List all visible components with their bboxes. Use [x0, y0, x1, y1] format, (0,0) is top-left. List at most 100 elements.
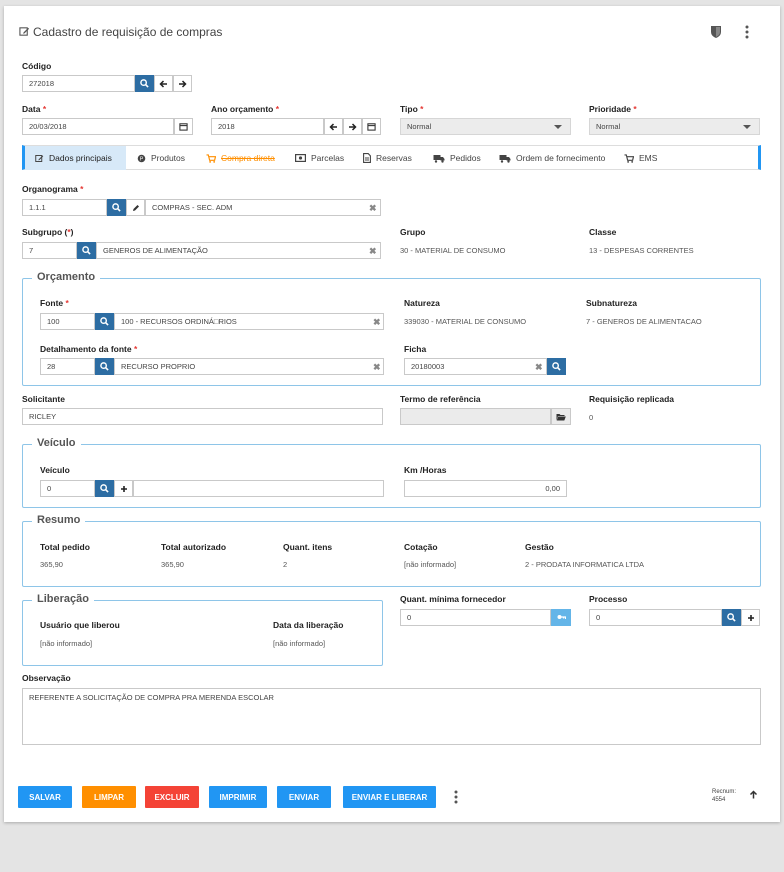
arrow-right-icon: [179, 79, 187, 88]
tab-ems[interactable]: EMS: [624, 146, 657, 170]
clear-icon[interactable]: ✖: [373, 317, 381, 328]
pencil-icon: [132, 204, 139, 211]
quant-itens-label: Quant. itens: [283, 542, 333, 552]
clear-icon[interactable]: ✖: [373, 362, 381, 373]
next-button[interactable]: [173, 75, 192, 92]
quant-minima-input[interactable]: 0: [400, 609, 551, 626]
fonte-label: Fonte *: [40, 298, 69, 308]
orcamento-legend: Orçamento: [32, 271, 101, 283]
tab-reservas[interactable]: Reservas: [363, 146, 412, 170]
send-and-release-button[interactable]: ENVIAR E LIBERAR: [343, 786, 436, 808]
requisicao-replicada-label: Requisição replicada: [589, 394, 675, 404]
search-icon: [552, 362, 561, 371]
clear-button[interactable]: LIMPAR: [82, 786, 136, 808]
classe-value: 13 - DESPESAS CORRENTES: [589, 246, 694, 255]
veiculo-search-button[interactable]: [95, 480, 114, 497]
previous-button[interactable]: [154, 75, 173, 92]
detalhamento-label: Detalhamento da fonte *: [40, 344, 138, 354]
data-input[interactable]: 20/03/2018: [22, 118, 174, 135]
veiculo-code-input[interactable]: 0: [40, 480, 95, 497]
clear-icon[interactable]: ✖: [369, 246, 377, 257]
prioridade-select[interactable]: Normal: [589, 118, 760, 135]
gestao-value: 2 - PRODATA INFORMATICA LTDA: [525, 560, 645, 569]
tab-pedidos[interactable]: Pedidos: [433, 146, 481, 170]
search-icon: [100, 484, 109, 493]
print-button[interactable]: IMPRIMIR: [209, 786, 267, 808]
subgrupo-code-input[interactable]: 7: [22, 242, 77, 259]
natureza-label: Natureza: [404, 298, 440, 308]
calendar-icon: [179, 123, 188, 131]
tab-ordem-de-fornecimento[interactable]: Ordem de fornecimento: [499, 146, 605, 170]
observacao-label: Observação: [22, 673, 71, 683]
ano-orcamento-input[interactable]: 2018: [211, 118, 324, 135]
codigo-input[interactable]: 272018: [22, 75, 135, 92]
tab-parcelas[interactable]: Parcelas: [295, 146, 344, 170]
resumo-legend: Resumo: [32, 514, 86, 526]
arrow-left-icon: [329, 122, 337, 131]
tab-produtos[interactable]: P Produtos: [137, 146, 185, 170]
subnatureza-label: Subnatureza: [586, 298, 638, 308]
detalhamento-search-button[interactable]: [95, 358, 114, 375]
recnum-label: Recnum:: [712, 789, 737, 795]
scroll-to-top-icon[interactable]: [749, 790, 758, 799]
fonte-search-button[interactable]: [95, 313, 114, 330]
tab-dados-principais[interactable]: Dados principais: [25, 146, 126, 170]
cotacao-value: [não informado]: [404, 560, 457, 569]
shield-icon[interactable]: [710, 25, 722, 39]
termo-label: Termo de referência: [400, 394, 481, 404]
more-menu-icon[interactable]: [744, 25, 750, 39]
veiculo-label: Veículo: [40, 465, 70, 475]
km-horas-input[interactable]: 0,00: [404, 480, 567, 497]
organograma-label: Organograma *: [22, 184, 84, 194]
save-button[interactable]: SALVAR: [18, 786, 72, 808]
clear-icon[interactable]: ✖: [535, 362, 543, 373]
chevron-down-icon: [554, 125, 562, 129]
natureza-value: 339030 - MATERIAL DE CONSUMO: [404, 317, 527, 326]
ano-calendar-button[interactable]: [362, 118, 381, 135]
more-actions-icon[interactable]: [453, 790, 459, 804]
send-button[interactable]: ENVIAR: [277, 786, 331, 808]
recnum-value: 4554: [712, 797, 726, 803]
organograma-edit-button[interactable]: [126, 199, 145, 216]
tab-bar: Dados principais P Produtos Compra diret…: [22, 145, 761, 170]
veiculo-add-button[interactable]: [114, 480, 133, 497]
data-calendar-button[interactable]: [174, 118, 193, 135]
fonte-code-input[interactable]: 100: [40, 313, 95, 330]
ficha-label: Ficha: [404, 344, 427, 354]
arrow-right-icon: [349, 122, 357, 131]
ficha-search-button[interactable]: [547, 358, 566, 375]
edit-icon: [35, 154, 44, 162]
processo-input[interactable]: 0: [589, 609, 722, 626]
processo-add-button[interactable]: [741, 609, 760, 626]
grupo-label: Grupo: [400, 227, 426, 237]
clear-icon[interactable]: ✖: [369, 203, 377, 214]
tipo-select[interactable]: Normal: [400, 118, 571, 135]
detalhamento-code-input[interactable]: 28: [40, 358, 95, 375]
quant-minima-label: Quant. mínima fornecedor: [400, 594, 506, 604]
quant-minima-key-button[interactable]: [551, 609, 571, 626]
cotacao-label: Cotação: [404, 542, 438, 552]
ano-next-button[interactable]: [343, 118, 362, 135]
processo-search-button[interactable]: [722, 609, 741, 626]
search-icon: [82, 246, 91, 255]
subgrupo-search-button[interactable]: [77, 242, 96, 259]
product-icon: P: [137, 154, 146, 162]
chevron-down-icon: [743, 125, 751, 129]
subnatureza-value: 7 - GENEROS DE ALIMENTACAO: [586, 317, 702, 326]
ficha-input[interactable]: 20180003: [404, 358, 547, 375]
organograma-code-input[interactable]: 1.1.1: [22, 199, 107, 216]
svg-text:P: P: [140, 156, 144, 162]
ano-previous-button[interactable]: [324, 118, 343, 135]
codigo-search-button[interactable]: [135, 75, 154, 92]
tab-compra-direta[interactable]: Compra direta: [206, 146, 275, 170]
organograma-search-button[interactable]: [107, 199, 126, 216]
observacao-textarea[interactable]: REFERENTE A SOLICITAÇÃO DE COMPRA PRA ME…: [22, 688, 761, 745]
requisicao-replicada-value: 0: [589, 413, 594, 422]
termo-open-button[interactable]: [551, 408, 571, 425]
truck-icon: [433, 154, 445, 163]
liberacao-legend: Liberação: [32, 593, 94, 605]
solicitante-input[interactable]: RICLEY: [22, 408, 383, 425]
delete-button[interactable]: EXCLUIR: [145, 786, 199, 808]
document-icon: [363, 153, 371, 163]
search-icon: [727, 613, 736, 622]
